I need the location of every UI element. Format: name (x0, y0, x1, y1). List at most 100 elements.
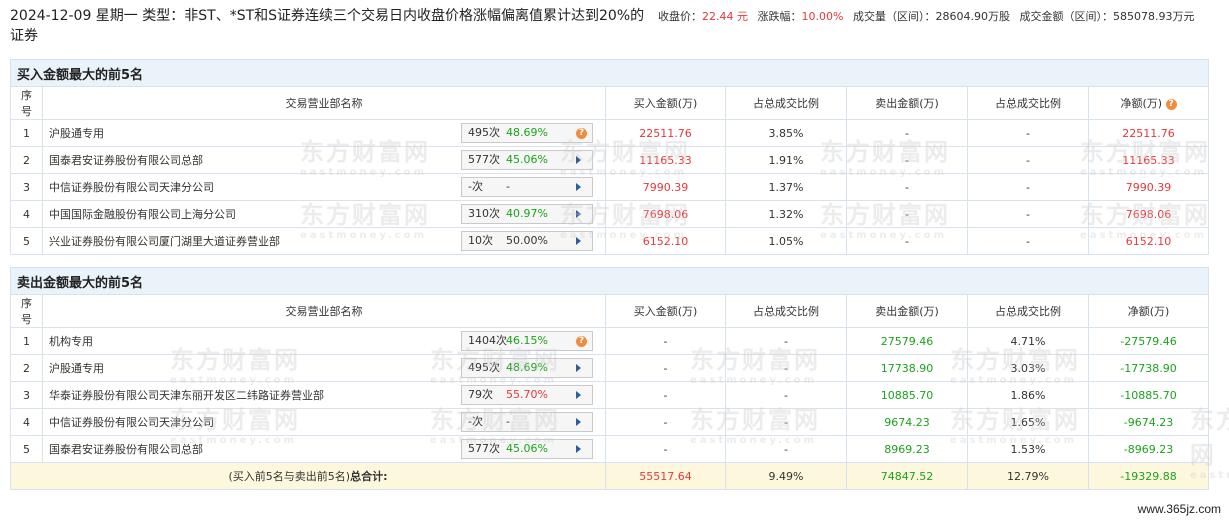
broker-name[interactable]: 沪股通专用 (49, 125, 104, 141)
broker-name[interactable]: 中信证券股份有限公司天津分公司 (49, 414, 214, 430)
broker-cell: 机构专用 1404次 46.15%? (42, 327, 606, 355)
net-amount: 6152.10 (1087, 227, 1210, 255)
net-amount: -9674.23 (1087, 408, 1210, 436)
sell-amount: - (846, 227, 968, 255)
broker-stats[interactable]: 79次 55.70% (461, 385, 593, 405)
buy-amount: - (605, 408, 726, 436)
broker-cell: 沪股通专用 495次 48.69% (42, 354, 606, 382)
sell-top5-table: 卖出金额最大的前5名 序号 交易营业部名称 买入金额(万) 占总成交比例 卖出金… (9, 267, 1210, 490)
broker-name[interactable]: 中国国际金融股份有限公司上海分公司 (49, 206, 236, 222)
help-icon[interactable]: ? (576, 127, 587, 139)
buy-pct: 1.91% (725, 146, 847, 174)
arrow-right-icon[interactable] (576, 364, 581, 372)
success-rate: - (506, 180, 510, 193)
sell-amount: 9674.23 (846, 408, 968, 436)
total-sell: 74847.52 (846, 462, 968, 490)
success-rate: 50.00% (506, 234, 548, 247)
broker-stats[interactable]: 1404次 46.15%? (461, 331, 593, 351)
buy-section-header: 买入金额最大的前5名 (9, 59, 1210, 87)
success-rate: 55.70% (506, 388, 548, 401)
col-buy: 买入金额(万) (605, 294, 726, 328)
buy-amount: - (605, 381, 726, 409)
buy-pct: - (725, 435, 847, 463)
net-amount: 11165.33 (1087, 146, 1210, 174)
close-label: 收盘价： (658, 10, 702, 23)
col-idx: 序号 (10, 86, 43, 120)
buy-pct: 1.37% (725, 173, 847, 201)
broker-name[interactable]: 国泰君安证券股份有限公司总部 (49, 441, 203, 457)
help-icon[interactable]: ? (576, 335, 587, 347)
net-amount: -10885.70 (1087, 381, 1210, 409)
buy-pct: - (725, 354, 847, 382)
arrow-right-icon[interactable] (576, 391, 581, 399)
arrow-right-icon[interactable] (576, 156, 581, 164)
buy-pct: - (725, 381, 847, 409)
broker-name[interactable]: 兴业证券股份有限公司厦门湖里大道证券营业部 (49, 233, 280, 249)
buy-amount: 22511.76 (605, 119, 726, 147)
table-row: 3 中信证券股份有限公司天津分公司 -次 -7990.39 1.37% - -7990.39 (10, 173, 1210, 201)
col-sell-pct: 占总成交比例 (967, 294, 1089, 328)
net-amount: -17738.90 (1087, 354, 1210, 382)
sell-pct: 4.71% (967, 327, 1089, 355)
sell-pct: - (967, 227, 1089, 255)
col-sell-pct: 占总成交比例 (967, 86, 1089, 120)
broker-name[interactable]: 中信证券股份有限公司天津分公司 (49, 179, 214, 195)
price-stats: 收盘价：22.44 元 涨跌幅：10.00% 成交量（区间）：28604.90万… (658, 9, 1194, 25)
total-label-text: (买入前5名与卖出前5名) (228, 470, 351, 483)
broker-name[interactable]: 机构专用 (49, 333, 93, 349)
appear-count: 10次 (468, 234, 493, 247)
broker-name[interactable]: 国泰君安证券股份有限公司总部 (49, 152, 203, 168)
row-index: 3 (10, 173, 43, 201)
sell-pct: 1.65% (967, 408, 1089, 436)
broker-cell: 沪股通专用 495次 48.69%? (42, 119, 606, 147)
table-row: 4 中信证券股份有限公司天津分公司 -次 - - -9674.23 1.65% -9674.2… (10, 408, 1210, 436)
appear-count: -次 (468, 415, 483, 428)
appear-count: 495次 (468, 361, 500, 374)
net-amount: 22511.76 (1087, 119, 1210, 147)
broker-stats[interactable]: 577次 45.06% (461, 439, 593, 459)
buy-pct: 1.32% (725, 200, 847, 228)
row-index: 2 (10, 354, 43, 382)
broker-cell: 中信证券股份有限公司天津分公司 -次 - (42, 173, 606, 201)
appear-count: 495次 (468, 126, 500, 139)
table-row: 2 国泰君安证券股份有限公司总部 577次 45.06% 11165.33 1.91% - -… (10, 146, 1210, 174)
arrow-right-icon[interactable] (576, 183, 581, 191)
net-amount: 7990.39 (1087, 173, 1210, 201)
col-net-label: 净额(万) (1120, 97, 1163, 110)
broker-stats[interactable]: -次 - (461, 412, 593, 432)
sell-amount: 8969.23 (846, 435, 968, 463)
sell-section-title: 卖出金额最大的前5名 (9, 267, 1210, 295)
sell-pct: 3.03% (967, 354, 1089, 382)
broker-stats[interactable]: 495次 48.69%? (461, 123, 593, 143)
arrow-right-icon[interactable] (576, 237, 581, 245)
buy-amount: - (605, 354, 726, 382)
buy-amount: 7698.06 (605, 200, 726, 228)
broker-cell: 中信证券股份有限公司天津分公司 -次 - (42, 408, 606, 436)
arrow-right-icon[interactable] (576, 418, 581, 426)
arrow-right-icon[interactable] (576, 445, 581, 453)
broker-stats[interactable]: 495次 48.69% (461, 358, 593, 378)
help-icon[interactable]: ? (1165, 98, 1177, 110)
arrow-right-icon[interactable] (576, 210, 581, 218)
broker-stats[interactable]: -次 - (461, 177, 593, 197)
row-index: 3 (10, 381, 43, 409)
broker-stats[interactable]: 310次 40.97% (461, 204, 593, 224)
sell-pct: 1.86% (967, 381, 1089, 409)
total-row: (买入前5名与卖出前5名)总合计: 55517.64 9.49% 74847.5… (10, 462, 1210, 490)
sell-amount: - (846, 119, 968, 147)
buy-pct: - (725, 408, 847, 436)
broker-name[interactable]: 华泰证券股份有限公司天津东丽开发区二纬路证券营业部 (49, 387, 324, 403)
broker-name[interactable]: 沪股通专用 (49, 360, 104, 376)
row-index: 5 (10, 435, 43, 463)
broker-stats[interactable]: 10次 50.00% (461, 231, 593, 251)
col-name: 交易营业部名称 (42, 86, 606, 120)
col-net: 净额(万) (1087, 294, 1210, 328)
row-index: 1 (10, 119, 43, 147)
net-amount: 7698.06 (1087, 200, 1210, 228)
amount-label: 成交金额（区间）： (1019, 10, 1113, 23)
row-index: 1 (10, 327, 43, 355)
sell-section-header: 卖出金额最大的前5名 (9, 267, 1210, 295)
sell-amount: - (846, 146, 968, 174)
sell-amount: 10885.70 (846, 381, 968, 409)
broker-stats[interactable]: 577次 45.06% (461, 150, 593, 170)
